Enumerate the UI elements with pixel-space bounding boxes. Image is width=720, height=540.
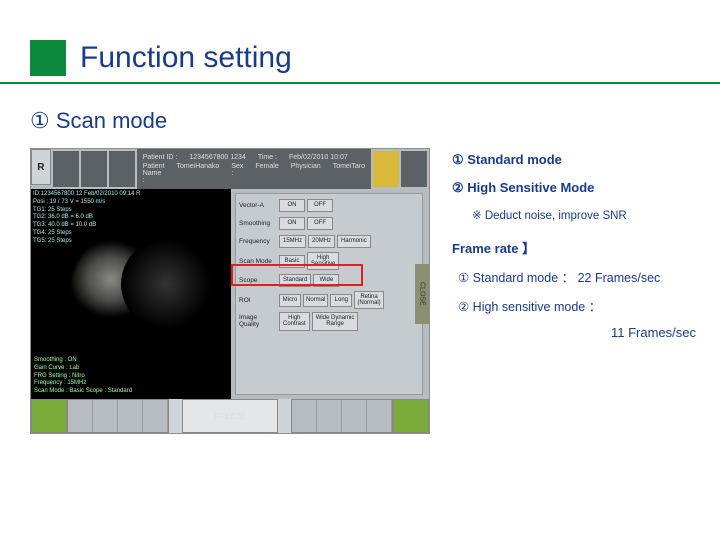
physician-value: TomeiTaro xyxy=(333,163,365,184)
time-label: Time : xyxy=(258,154,277,161)
readout-line: Gain Curve : Lab xyxy=(34,365,132,373)
bottom-cell[interactable] xyxy=(292,400,317,432)
ultrasound-view: ID:1234567800 12 Feb/02/2010 09:14 R Pos… xyxy=(31,189,231,399)
mode-standard: ① Standard mode xyxy=(452,152,696,168)
bottom-cell[interactable] xyxy=(93,400,118,432)
screenshot-topbar: R Patient ID : 1234567800 1234 Time : Fe… xyxy=(31,149,429,189)
framerate-title: Frame rate 】 xyxy=(452,238,696,257)
bottom-green-button[interactable] xyxy=(31,399,67,433)
panel-inner: Vector-A ON OFF Smoothing ON OFF Frequen… xyxy=(235,193,423,395)
description-sidebar: ① Standard mode ② High Sensitive Mode ※ … xyxy=(452,148,696,434)
icon-cell[interactable] xyxy=(81,151,107,187)
readout-line: Scan Mode : Basic Scope : Standard xyxy=(34,388,132,396)
freeze-button[interactable]: FREEZE xyxy=(182,399,278,433)
framerate-highsensitive: ② High sensitive mode ： xyxy=(458,296,696,315)
roi-retina-button[interactable]: Retina (Normal) xyxy=(354,291,383,309)
bottom-cell[interactable] xyxy=(143,400,168,432)
bottom-cell[interactable] xyxy=(367,400,392,432)
bottom-cell[interactable] xyxy=(68,400,93,432)
label-roi: ROI xyxy=(239,297,279,304)
roi-micro-button[interactable]: Micro xyxy=(279,294,301,307)
section-subtitle: ① Scan mode xyxy=(0,84,720,148)
iq-widedr-button[interactable]: Wide Dynamic Range xyxy=(312,312,359,330)
bottom-cluster-left xyxy=(67,399,169,433)
bottom-cell[interactable] xyxy=(317,400,342,432)
top-left-icons xyxy=(51,149,137,189)
iq-highcontrast-button[interactable]: High Contrast xyxy=(279,312,310,330)
patient-name: TomeiHanako xyxy=(177,163,220,184)
smoothing-on-button[interactable]: ON xyxy=(279,217,305,230)
us-readout-bottom: Smoothing : ON Gain Curve : Lab FRG Sett… xyxy=(34,357,132,396)
freq-15-button[interactable]: 15MHz xyxy=(279,235,306,248)
highlight-scanmode xyxy=(231,264,363,286)
patient-id-label: Patient ID : xyxy=(143,154,178,161)
readout-line: TG1: 25 Steps xyxy=(33,207,140,215)
main-content: R Patient ID : 1234567800 1234 Time : Fe… xyxy=(0,148,720,434)
bottom-green-button[interactable] xyxy=(393,399,429,433)
framerate-standard: ① Standard mode ： 22 Frames/sec xyxy=(458,267,696,286)
brand-logo: R xyxy=(31,149,51,185)
label-vector: Vector-A xyxy=(239,202,279,209)
title-accent-square xyxy=(30,40,66,76)
bottom-cell[interactable] xyxy=(118,400,143,432)
sex-value: Female xyxy=(255,163,278,184)
screenshot-bottombar: FREEZE xyxy=(31,399,429,433)
vector-off-button[interactable]: OFF xyxy=(307,199,333,212)
us-image-shape xyxy=(121,239,211,329)
page-title: Function setting xyxy=(80,41,292,75)
smoothing-off-button[interactable]: OFF xyxy=(307,217,333,230)
roi-long-button[interactable]: Long xyxy=(330,294,352,307)
close-tab[interactable]: CLOSE xyxy=(415,264,429,324)
readout-line: TG3: 40.0 dB = 10.0 dB xyxy=(33,222,140,230)
lamp-icon[interactable] xyxy=(373,151,399,187)
readout-line: Posi : 19 / 73 V = 1550 m/s xyxy=(33,199,140,207)
screenshot-body: ID:1234567800 12 Feb/02/2010 09:14 R Pos… xyxy=(31,189,429,399)
label-imagequality: Image Quality xyxy=(239,314,279,328)
roi-normal-button[interactable]: Normal xyxy=(303,294,328,307)
label-frequency: Frequency xyxy=(239,238,279,245)
time-value: Feb/02/2010 10:07 xyxy=(289,154,348,161)
patient-id: 1234567800 1234 xyxy=(189,154,245,161)
patient-name-label: Patient Name : xyxy=(143,163,165,184)
readout-line: Frequency : 15MHz xyxy=(34,380,132,388)
freq-20-button[interactable]: 20MHz xyxy=(308,235,335,248)
top-right-icons xyxy=(371,149,429,189)
patient-info: Patient ID : 1234567800 1234 Time : Feb/… xyxy=(137,149,371,189)
readout-line: Smoothing : ON xyxy=(34,357,132,365)
physician-label: Physician xyxy=(291,163,321,184)
bottom-cell[interactable] xyxy=(342,400,367,432)
settings-panel: Vector-A ON OFF Smoothing ON OFF Frequen… xyxy=(231,189,429,399)
framerate-highsensitive-value: 11 Frames/sec xyxy=(452,325,696,340)
freq-harmonic-button[interactable]: Harmonic xyxy=(337,235,371,248)
readout-line: ID:1234567800 12 Feb/02/2010 09:14 R xyxy=(33,191,140,199)
device-screenshot: R Patient ID : 1234567800 1234 Time : Fe… xyxy=(30,148,430,434)
bottom-cluster-right xyxy=(291,399,393,433)
vector-on-button[interactable]: ON xyxy=(279,199,305,212)
readout-line: TG2: 36.0 dB = 6.0 dB xyxy=(33,214,140,222)
title-bar: Function setting xyxy=(0,0,720,84)
icon-cell[interactable] xyxy=(109,151,135,187)
eye-icon[interactable] xyxy=(401,151,427,187)
mode-highsensitive-note: ※ Deduct noise, improve SNR xyxy=(472,208,696,222)
icon-cell[interactable] xyxy=(53,151,79,187)
label-smoothing: Smoothing xyxy=(239,220,279,227)
sex-label: Sex : xyxy=(231,163,243,184)
mode-highsensitive: ② High Sensitive Mode xyxy=(452,180,696,196)
readout-line: FRG Setting : Nitro xyxy=(34,373,132,381)
